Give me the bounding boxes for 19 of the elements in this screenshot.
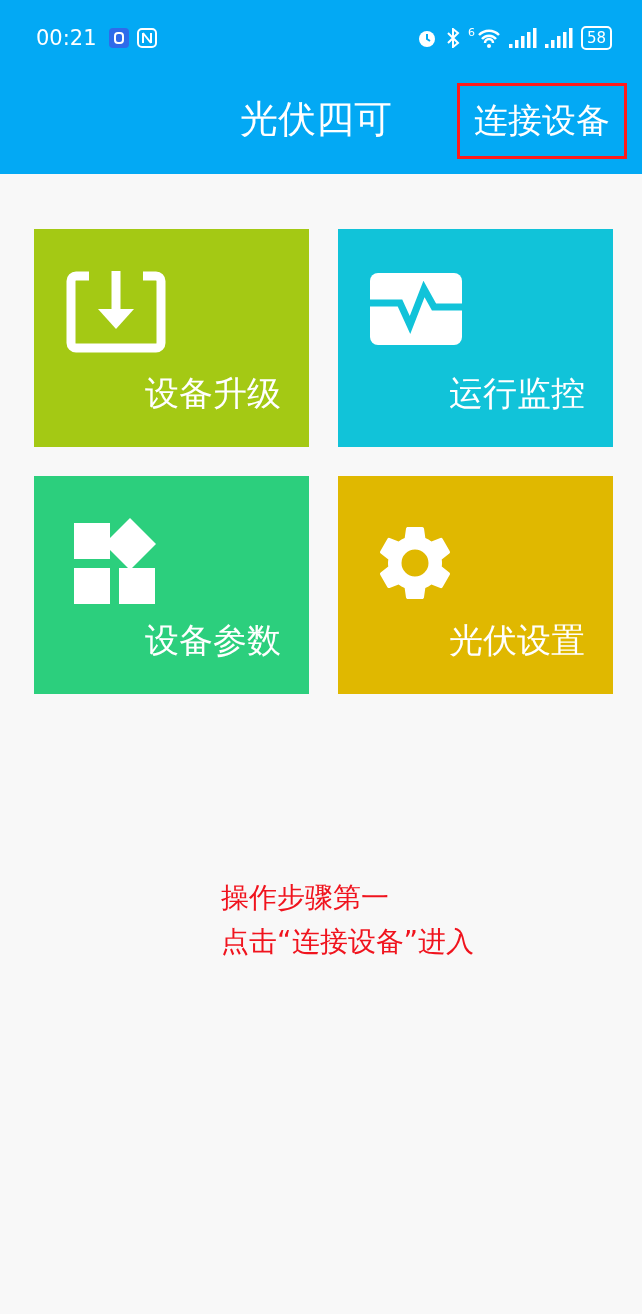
instruction-text: 点击“连接设备”进入 xyxy=(221,924,475,960)
battery-indicator: 58 xyxy=(580,26,612,50)
instruction-text: 操作步骤第一 xyxy=(221,880,390,916)
status-time: 00:21 xyxy=(36,26,97,50)
menu-tile[interactable]: 运行监控 xyxy=(338,229,613,447)
download-icon xyxy=(66,271,166,353)
menu-tile[interactable]: 设备参数 xyxy=(34,476,309,694)
connect-device-button[interactable]: 连接设备 xyxy=(457,83,627,159)
signal-icon xyxy=(508,28,537,48)
wifi-icon xyxy=(476,28,501,48)
nfc-icon xyxy=(136,28,157,48)
pulse-icon xyxy=(370,271,462,345)
app-title: 光伏四可 xyxy=(240,96,392,143)
bluetooth-icon xyxy=(445,28,460,48)
signal-icon xyxy=(544,28,573,48)
menu-tile[interactable]: 设备升级 xyxy=(34,229,309,447)
menu-tile[interactable]: 光伏设置 xyxy=(338,476,613,694)
wifi-generation-label: 6 xyxy=(467,26,475,39)
app-icon xyxy=(108,28,129,48)
